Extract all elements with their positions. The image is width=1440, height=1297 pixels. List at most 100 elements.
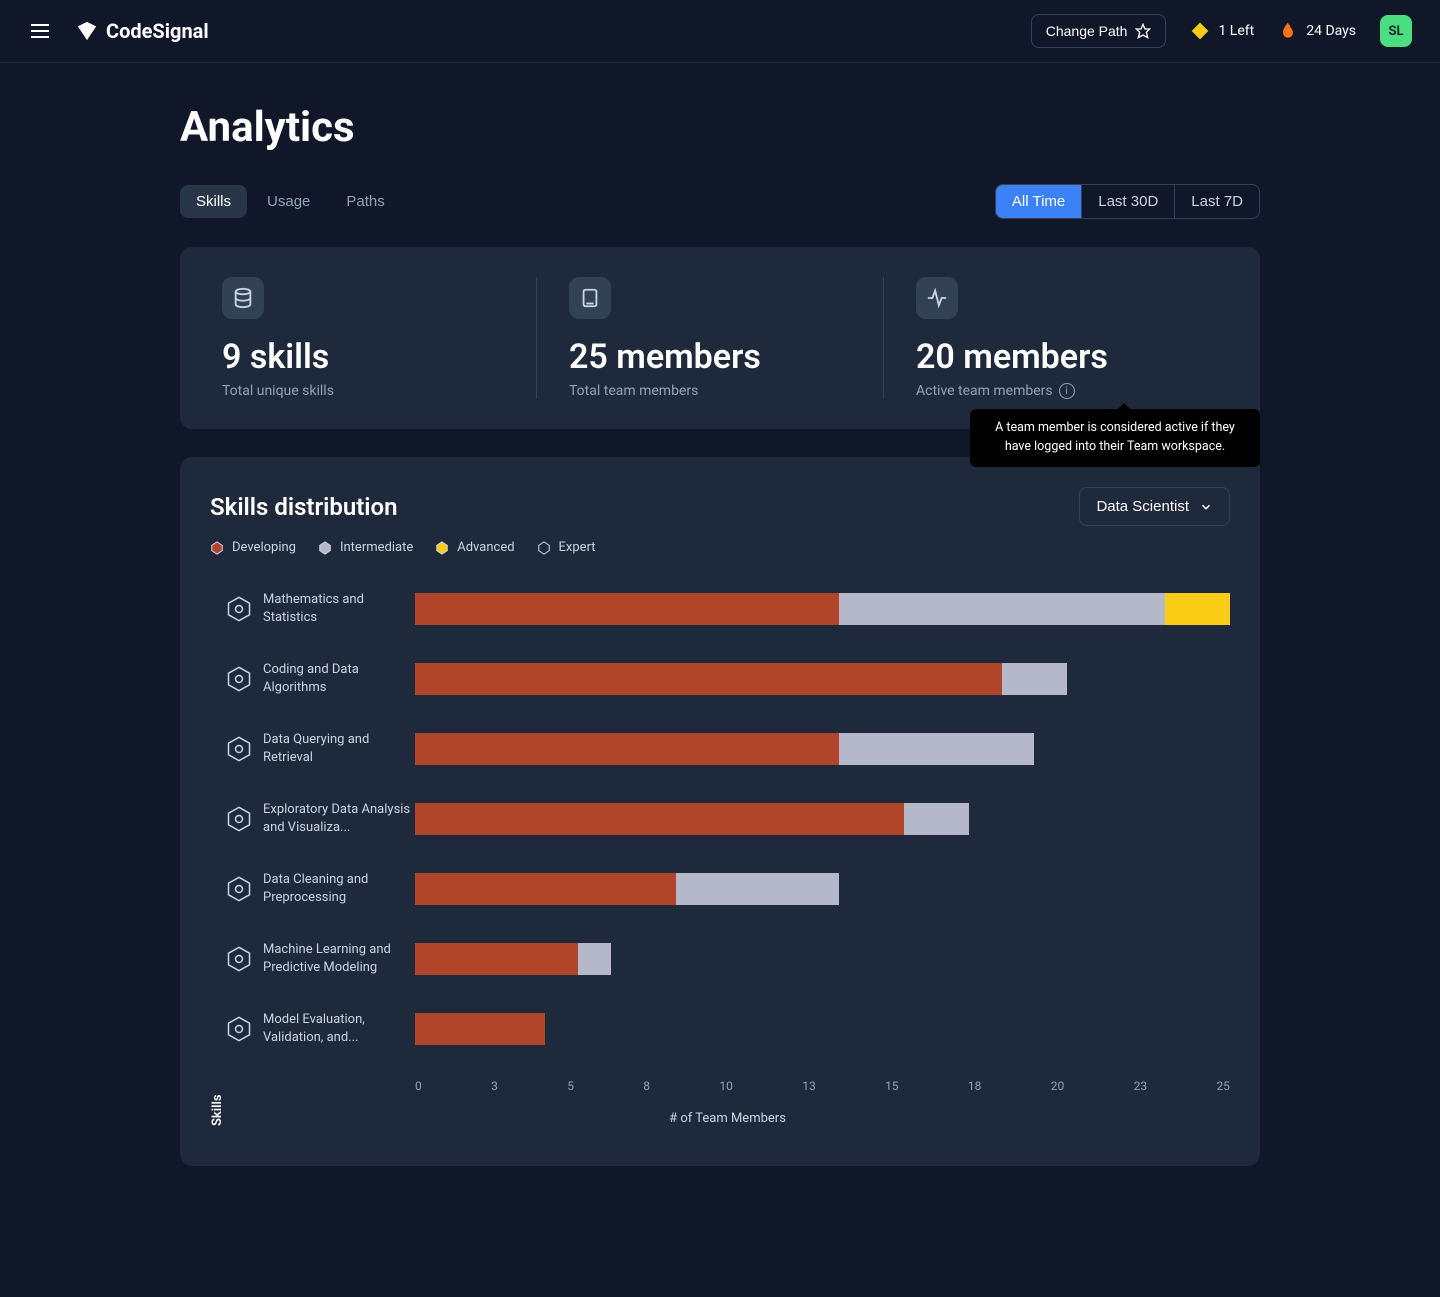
role-dropdown-label: Data Scientist [1096,498,1189,515]
avatar-initials: SL [1389,24,1404,39]
bar-segment-developing[interactable] [415,943,578,975]
hex-icon [318,541,332,555]
legend-item-advanced: Advanced [435,540,514,555]
bar-segment-developing[interactable] [415,1013,545,1045]
skill-label-text: Mathematics and Statistics [263,591,415,626]
stat-skills-label: Total unique skills [222,383,524,399]
section-tabs: Skills Usage Paths [180,185,401,218]
legend-item-intermediate: Intermediate [318,540,413,555]
x-tick: 8 [643,1079,650,1093]
bar-track [415,803,1230,835]
legend-label: Expert [559,540,596,555]
skill-label-text: Exploratory Data Analysis and Visualiza.… [263,801,415,836]
x-tick: 23 [1134,1079,1148,1093]
range-last-7d[interactable]: Last 7D [1174,185,1259,218]
bar-segment-developing[interactable] [415,803,904,835]
bar-track [415,1013,1230,1045]
skill-label: Data Querying and Retrieval [225,731,415,766]
x-tick: 0 [415,1079,422,1093]
tabs-row: Skills Usage Paths All Time Last 30D Las… [180,184,1260,219]
skill-label-text: Data Querying and Retrieval [263,731,415,766]
legend-item-developing: Developing [210,540,296,555]
x-tick: 15 [885,1079,899,1093]
x-tick: 5 [567,1079,574,1093]
chevron-down-icon [1199,500,1213,514]
bar-segment-developing[interactable] [415,593,839,625]
database-icon [222,277,264,319]
left-pill[interactable]: 1 Left [1190,21,1254,41]
x-tick: 13 [802,1079,816,1093]
range-all-time[interactable]: All Time [996,185,1081,218]
left-pill-text: 1 Left [1218,23,1254,39]
hex-icon [537,541,551,555]
skill-label-text: Data Cleaning and Preprocessing [263,871,415,906]
skill-label-text: Machine Learning and Predictive Modeling [263,941,415,976]
range-tabs: All Time Last 30D Last 7D [995,184,1260,219]
x-tick: 3 [491,1079,498,1093]
bar-segment-developing[interactable] [415,873,676,905]
menu-button[interactable] [28,19,52,43]
chart-legend: Developing Intermediate Advanced Expert [210,540,1230,555]
book-icon [569,277,611,319]
stats-card: 9 skills Total unique skills 25 members … [180,247,1260,429]
legend-label: Intermediate [340,540,413,555]
stat-active-label: Active team members i [916,383,1218,399]
bar-segment-developing[interactable] [415,733,839,765]
bar-segment-intermediate[interactable] [904,803,969,835]
x-tick: 25 [1216,1079,1230,1093]
skill-label: Model Evaluation, Validation, and... [225,1011,415,1046]
skill-hex-icon [225,875,253,903]
skill-label: Machine Learning and Predictive Modeling [225,941,415,976]
bar-segment-advanced[interactable] [1165,593,1230,625]
skill-hex-icon [225,735,253,763]
hamburger-icon [28,19,52,43]
chart-body: Skills Mathematics and StatisticsCoding … [210,585,1230,1126]
skill-label-text: Coding and Data Algorithms [263,661,415,696]
tab-skills[interactable]: Skills [180,185,247,218]
skill-label: Coding and Data Algorithms [225,661,415,696]
bar-track [415,943,1230,975]
bar-segment-intermediate[interactable] [839,593,1165,625]
bar-segment-developing[interactable] [415,663,1002,695]
fire-icon [1278,21,1298,41]
range-last-30d[interactable]: Last 30D [1081,185,1174,218]
change-path-button[interactable]: Change Path [1031,14,1167,48]
active-tooltip: A team member is considered active if th… [970,409,1260,467]
chart-header: Skills distribution Data Scientist [210,487,1230,526]
bar-segment-intermediate[interactable] [839,733,1035,765]
legend-label: Advanced [457,540,514,555]
skill-hex-icon [225,1015,253,1043]
brand-text: CodeSignal [106,19,209,43]
chart-row: Mathematics and Statistics [225,585,1230,633]
bar-segment-intermediate[interactable] [578,943,611,975]
brand-icon [76,20,98,42]
streak-pill-text: 24 Days [1306,23,1356,39]
chart-row: Data Querying and Retrieval [225,725,1230,773]
tab-paths[interactable]: Paths [330,185,400,218]
legend-label: Developing [232,540,296,555]
chart-title: Skills distribution [210,493,398,521]
x-tick: 18 [968,1079,982,1093]
skill-label: Mathematics and Statistics [225,591,415,626]
bar-track [415,663,1230,695]
bar-segment-intermediate[interactable] [676,873,839,905]
streak-pill[interactable]: 24 Days [1278,21,1356,41]
bar-track [415,733,1230,765]
activity-icon [916,277,958,319]
skill-hex-icon [225,595,253,623]
brand-logo[interactable]: CodeSignal [76,19,209,43]
avatar[interactable]: SL [1380,15,1412,47]
header-left: CodeSignal [28,19,209,43]
skill-hex-icon [225,665,253,693]
bar-segment-intermediate[interactable] [1002,663,1067,695]
tab-usage[interactable]: Usage [251,185,326,218]
info-icon[interactable]: i [1059,383,1075,399]
skill-label: Data Cleaning and Preprocessing [225,871,415,906]
role-dropdown[interactable]: Data Scientist [1079,487,1230,526]
page-container: Analytics Skills Usage Paths All Time La… [180,63,1260,1226]
stat-active-value: 20 members [916,337,1218,377]
hex-icon [435,541,449,555]
chart-row: Coding and Data Algorithms [225,655,1230,703]
stat-total-label: Total team members [569,383,871,399]
x-tick: 20 [1051,1079,1065,1093]
